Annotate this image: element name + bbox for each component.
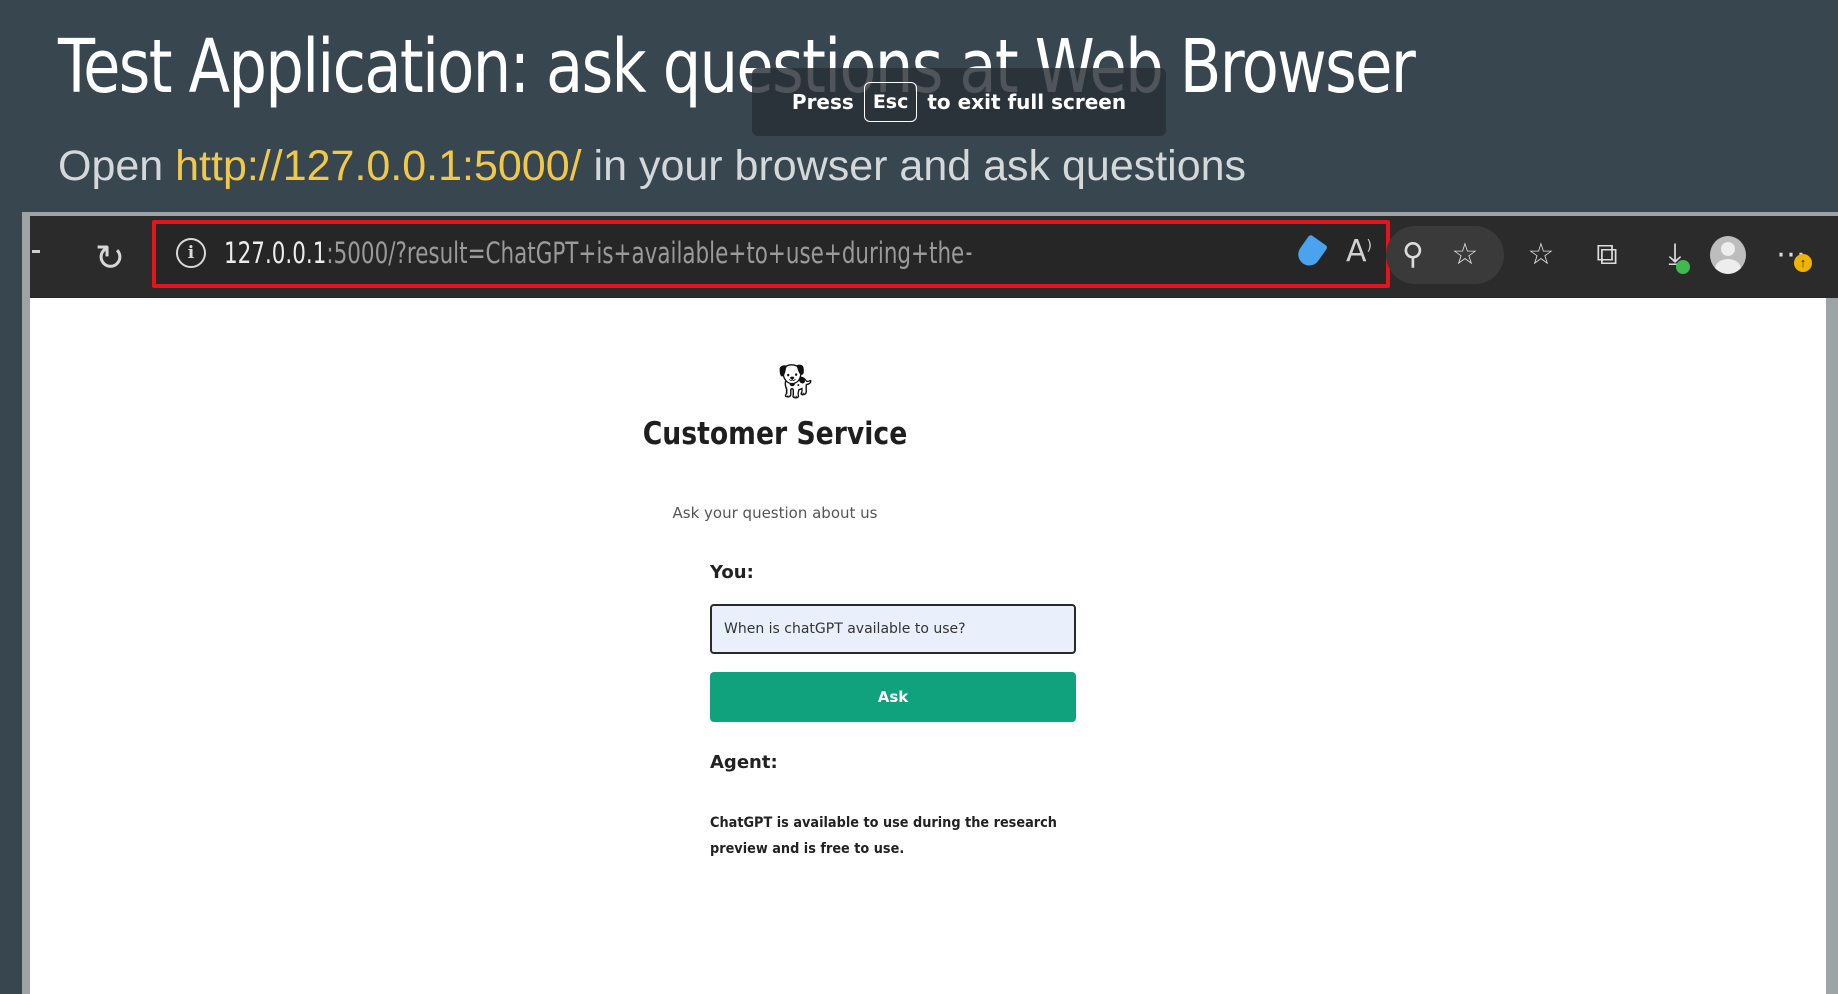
agent-label: Agent:	[710, 752, 778, 773]
page-subtitle: Ask your question about us	[672, 504, 878, 522]
esc-key-badge: Esc	[863, 82, 918, 122]
favorites-icon[interactable]: ☆	[1520, 234, 1562, 276]
coupon-tag-icon[interactable]	[1293, 234, 1329, 270]
fullscreen-toast: Press Esc to exit full screen	[752, 68, 1166, 136]
downloads-icon[interactable]: ⤓	[1654, 234, 1696, 276]
subtitle-suffix: in your browser and ask questions	[581, 142, 1247, 190]
url-path: :5000/?result=ChatGPT+is+available+to+us…	[326, 236, 971, 270]
site-info-icon[interactable]: i	[176, 238, 206, 268]
subtitle-link[interactable]: http://127.0.0.1:5000/	[175, 142, 581, 190]
toast-message: to exit full screen	[927, 90, 1127, 114]
agent-answer: ChatGPT is available to use during the r…	[710, 815, 1057, 857]
add-favorite-icon[interactable]: ☆	[1444, 234, 1486, 276]
download-complete-badge	[1676, 260, 1690, 274]
address-bar[interactable]: i 127.0.0.1:5000/?result=ChatGPT+is+avai…	[152, 220, 1390, 288]
toast-press: Press	[791, 90, 854, 114]
update-badge: ↑	[1794, 254, 1812, 272]
you-label: You:	[710, 562, 754, 583]
read-aloud-icon[interactable]: A)	[1346, 234, 1372, 269]
browser-toolbar: ↻ i 127.0.0.1:5000/?result=ChatGPT+is+av…	[30, 216, 1838, 298]
url-host: 127.0.0.1	[224, 236, 327, 270]
zoom-icon[interactable]: ⚲	[1392, 234, 1434, 276]
back-icon[interactable]	[32, 250, 40, 253]
browser-screenshot: ↻ i 127.0.0.1:5000/?result=ChatGPT+is+av…	[22, 212, 1838, 994]
reload-icon[interactable]: ↻	[88, 236, 132, 280]
profile-avatar[interactable]	[1710, 236, 1746, 274]
question-input[interactable]	[710, 604, 1076, 654]
slide-title: Test Application: ask questions at Web B…	[58, 24, 1416, 110]
subtitle-prefix: Open	[58, 142, 176, 190]
page-title: Customer Service	[642, 416, 908, 452]
dog-logo-icon: 🐕︎	[774, 362, 818, 402]
ask-button[interactable]: Ask	[710, 672, 1076, 722]
slide-subtitle: Open http://127.0.0.1:5000/ in your brow…	[58, 142, 1246, 191]
collections-icon[interactable]: ⧉	[1586, 234, 1628, 276]
address-url[interactable]: 127.0.0.1:5000/?result=ChatGPT+is+availa…	[224, 236, 971, 270]
app-page: 🐕︎ Customer Service Ask your question ab…	[30, 298, 1826, 994]
